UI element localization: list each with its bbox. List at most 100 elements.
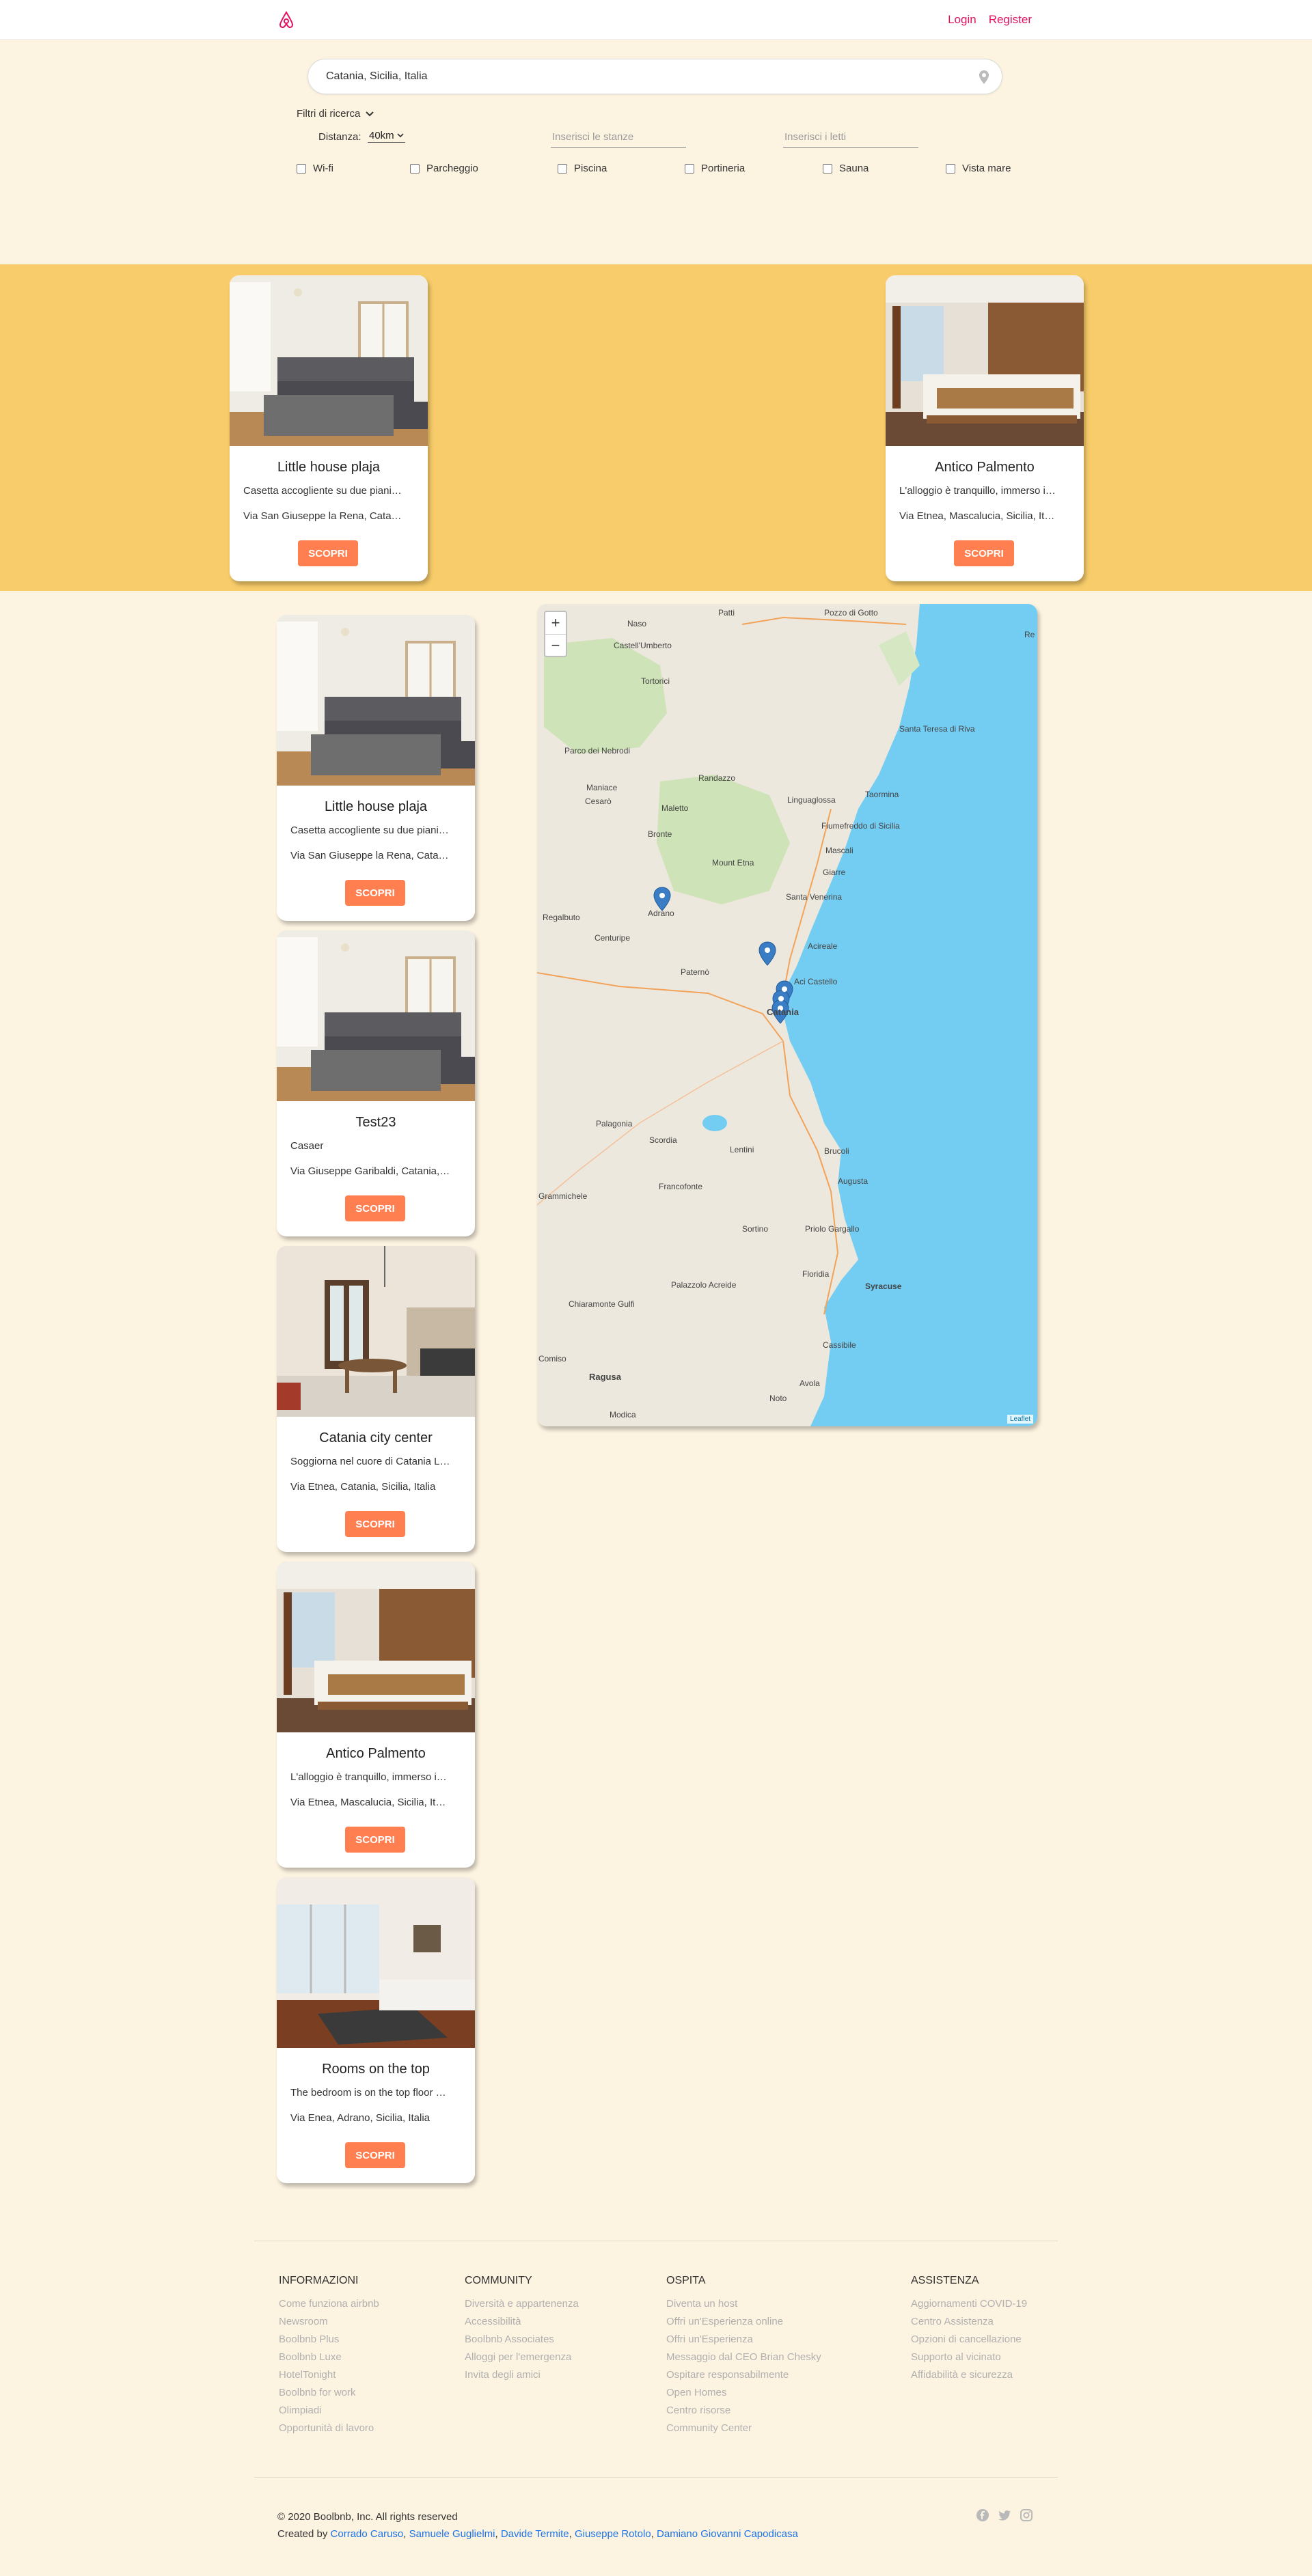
footer-link[interactable]: Community Center bbox=[666, 2420, 821, 2437]
concierge-checkbox[interactable]: Portineria bbox=[685, 163, 745, 174]
discover-button[interactable]: SCOPRI bbox=[345, 880, 405, 906]
footer-link[interactable]: Opportunità di lavoro bbox=[279, 2420, 379, 2437]
parking-checkbox[interactable]: Parcheggio bbox=[410, 163, 478, 174]
zoom-in-button[interactable]: + bbox=[545, 612, 566, 634]
listing-card[interactable]: Antico Palmento L'alloggio è tranquillo,… bbox=[277, 1562, 475, 1868]
listing-address: Via Etnea, Mascalucia, Sicilia, It… bbox=[290, 1797, 446, 1808]
footer-column-title: COMMUNITY bbox=[465, 2275, 532, 2286]
checkbox-box[interactable] bbox=[946, 163, 955, 174]
author-link[interactable]: Davide Termite bbox=[501, 2528, 569, 2540]
beds-input[interactable]: Inserisci i letti bbox=[783, 128, 918, 148]
map-label: Catania bbox=[767, 1007, 799, 1017]
discover-button[interactable]: SCOPRI bbox=[345, 1827, 405, 1853]
sauna-checkbox[interactable]: Sauna bbox=[823, 163, 869, 174]
zoom-out-button[interactable]: − bbox=[545, 634, 566, 656]
footer-link[interactable]: Alloggi per l'emergenza bbox=[465, 2349, 579, 2366]
discover-button[interactable]: SCOPRI bbox=[345, 1195, 405, 1221]
instagram-icon[interactable] bbox=[1020, 2508, 1033, 2522]
sea-view-checkbox[interactable]: Vista mare bbox=[946, 163, 1011, 174]
map-label: Modica bbox=[610, 1410, 636, 1419]
map-label: Avola bbox=[800, 1379, 820, 1388]
footer-link[interactable]: Accessibilità bbox=[465, 2313, 579, 2331]
airbnb-logo-icon[interactable] bbox=[276, 10, 297, 30]
chevron-down-icon bbox=[397, 133, 404, 138]
listing-title: Little house plaja bbox=[277, 460, 381, 475]
rooms-input[interactable]: Inserisci le stanze bbox=[551, 128, 686, 148]
footer-link[interactable]: Boolbnb Plus bbox=[279, 2331, 379, 2349]
listing-card[interactable]: Rooms on the top The bedroom is on the t… bbox=[277, 1877, 475, 2183]
footer-link[interactable]: Open Homes bbox=[666, 2384, 821, 2402]
footer-link[interactable]: Diversità e appartenenza bbox=[465, 2295, 579, 2313]
discover-button[interactable]: SCOPRI bbox=[345, 1511, 405, 1537]
map-label: Augusta bbox=[838, 1176, 869, 1186]
discover-button[interactable]: SCOPRI bbox=[345, 2142, 405, 2168]
discover-button[interactable]: SCOPRI bbox=[954, 540, 1014, 566]
pool-checkbox[interactable]: Piscina bbox=[558, 163, 607, 174]
map-label: Maniace bbox=[586, 783, 618, 792]
footer-link[interactable]: Olimpiadi bbox=[279, 2402, 379, 2420]
footer-link[interactable]: Offri un'Esperienza online bbox=[666, 2313, 821, 2331]
login-link[interactable]: Login bbox=[948, 13, 976, 27]
checkbox-label: Piscina bbox=[574, 163, 607, 174]
filters-toggle[interactable]: Filtri di ricerca bbox=[297, 108, 374, 120]
footer-link[interactable]: Supporto al vicinato bbox=[911, 2349, 1027, 2366]
footer-link[interactable]: Boolbnb Luxe bbox=[279, 2349, 379, 2366]
footer-link[interactable]: Ospitare responsabilmente bbox=[666, 2366, 821, 2384]
map-label: Santa Venerina bbox=[786, 892, 843, 902]
footer-link[interactable]: Centro Assistenza bbox=[911, 2313, 1027, 2331]
map-label: Grammichele bbox=[538, 1191, 588, 1201]
author-link[interactable]: Damiano Giovanni Capodicasa bbox=[657, 2528, 798, 2540]
checkbox-box[interactable] bbox=[297, 163, 306, 174]
map-label: Noto bbox=[769, 1394, 787, 1403]
footer-link[interactable]: Newsroom bbox=[279, 2313, 379, 2331]
footer-link[interactable]: Boolbnb for work bbox=[279, 2384, 379, 2402]
twitter-icon[interactable] bbox=[998, 2508, 1011, 2522]
map-label: Regalbuto bbox=[543, 913, 580, 922]
search-bar[interactable]: Catania, Sicilia, Italia bbox=[308, 59, 1002, 94]
map-label: Ragusa bbox=[589, 1372, 621, 1382]
checkbox-box[interactable] bbox=[823, 163, 832, 174]
map-label: Palazzolo Acreide bbox=[671, 1280, 737, 1290]
featured-card[interactable]: Antico Palmento L'alloggio è tranquillo,… bbox=[886, 275, 1084, 581]
checkbox-label: Wi-fi bbox=[313, 163, 333, 174]
footer-link[interactable]: Messaggio dal CEO Brian Chesky bbox=[666, 2349, 821, 2366]
listing-card[interactable]: Catania city center Soggiorna nel cuore … bbox=[277, 1246, 475, 1552]
register-link[interactable]: Register bbox=[989, 13, 1032, 27]
map-label: Parco dei Nebrodi bbox=[564, 746, 631, 756]
discover-button[interactable]: SCOPRI bbox=[298, 540, 358, 566]
checkbox-box[interactable] bbox=[685, 163, 694, 174]
map-attribution[interactable]: Leaflet bbox=[1007, 1415, 1033, 1424]
map-label: Brucoli bbox=[824, 1146, 849, 1156]
author-link[interactable]: Corrado Caruso bbox=[331, 2528, 404, 2540]
footer-link[interactable]: Centro risorse bbox=[666, 2402, 821, 2420]
map-pin-icon bbox=[979, 70, 989, 84]
map-label: Randazzo bbox=[698, 773, 736, 783]
search-input[interactable]: Catania, Sicilia, Italia bbox=[326, 70, 428, 83]
featured-card[interactable]: Little house plaja Casetta accogliente s… bbox=[230, 275, 428, 581]
map-label: Naso bbox=[627, 619, 647, 628]
footer-link[interactable]: Offri un'Esperienza bbox=[666, 2331, 821, 2349]
footer-link[interactable]: Aggiornamenti COVID-19 bbox=[911, 2295, 1027, 2313]
map[interactable]: Patti Pozzo di Gotto Naso Castell'Umbert… bbox=[537, 604, 1037, 1426]
checkbox-box[interactable] bbox=[558, 163, 567, 174]
map-label: Cesarò bbox=[585, 797, 612, 806]
author-link[interactable]: Samuele Guglielmi bbox=[409, 2528, 495, 2540]
footer-column-title: ASSISTENZA bbox=[911, 2275, 979, 2286]
footer-link[interactable]: HotelTonight bbox=[279, 2366, 379, 2384]
footer-link[interactable]: Boolbnb Associates bbox=[465, 2331, 579, 2349]
listing-card[interactable]: Test23 Casaer Via Giuseppe Garibaldi, Ca… bbox=[277, 930, 475, 1236]
footer-link[interactable]: Diventa un host bbox=[666, 2295, 821, 2313]
copyright-text: © 2020 Boolbnb, Inc. All rights reserved bbox=[277, 2511, 458, 2523]
author-link[interactable]: Giuseppe Rotolo bbox=[575, 2528, 651, 2540]
footer-link[interactable]: Opzioni di cancellazione bbox=[911, 2331, 1027, 2349]
footer-link[interactable]: Affidabilità e sicurezza bbox=[911, 2366, 1027, 2384]
wifi-checkbox[interactable]: Wi-fi bbox=[297, 163, 333, 174]
footer-link[interactable]: Come funziona airbnb bbox=[279, 2295, 379, 2313]
facebook-icon[interactable] bbox=[976, 2508, 989, 2522]
chevron-down-icon bbox=[366, 111, 374, 116]
checkbox-box[interactable] bbox=[410, 163, 420, 174]
distance-select[interactable]: 40km bbox=[368, 130, 405, 143]
listing-description: Casetta accogliente su due piani… bbox=[243, 485, 402, 497]
listing-card[interactable]: Little house plaja Casetta accogliente s… bbox=[277, 615, 475, 921]
footer-link[interactable]: Invita degli amici bbox=[465, 2366, 579, 2384]
